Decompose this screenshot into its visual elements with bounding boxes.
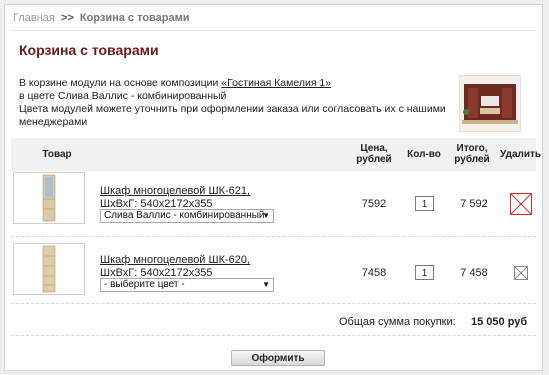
product-title: Шкаф многоцелевой ШК-620, ШхВхГ: 540x217… [100, 254, 250, 280]
chevron-down-icon: ▼ [262, 280, 270, 289]
product-title: Шкаф многоцелевой ШК-621, ШхВхГ: 540x217… [100, 185, 250, 211]
composition-thumbnail[interactable] [459, 75, 521, 132]
header-price: Цена, рублей [356, 143, 392, 165]
chevron-down-icon: ▼ [262, 211, 270, 220]
cart-intro: В корзине модули на основе композиции «Г… [19, 77, 449, 129]
row-divider [11, 236, 536, 237]
product-link[interactable]: Шкаф многоцелевой ШК-621, [100, 185, 250, 197]
breadcrumb: Главная >> Корзина с товарами [13, 12, 190, 24]
divider [11, 30, 536, 31]
header-qty: Кол-во [407, 149, 441, 160]
intro-color-line: в цвете Слива Валлис - комбинированный [19, 90, 227, 102]
color-select-value: - выберите цвет - [104, 279, 185, 290]
row-price: 7458 [361, 267, 387, 279]
header-delete: Удалить [500, 149, 542, 160]
product-image[interactable] [13, 243, 85, 295]
row-total: 7 592 [460, 198, 488, 210]
intro-note: Цвета модулей можете уточнить при оформл… [19, 103, 446, 128]
order-total-label: Общая сумма покупки: [339, 316, 456, 328]
color-select[interactable]: Слива Валлис - комбинированный ▼ [100, 209, 274, 223]
header-product: Товар [42, 149, 72, 160]
table-header: Товар Цена, рублей Кол-во Итого, рублей … [11, 138, 541, 171]
order-total-value: 15 050 руб [471, 316, 528, 328]
composition-link[interactable]: «Гостиная Камелия 1» [221, 77, 331, 89]
product-image[interactable] [13, 172, 85, 224]
breadcrumb-home-link[interactable]: Главная [13, 12, 55, 24]
row-price: 7592 [361, 198, 387, 210]
breadcrumb-separator: >> [60, 12, 74, 24]
product-link[interactable]: Шкаф многоцелевой ШК-620, [100, 254, 250, 266]
quantity-input[interactable]: 1 [415, 265, 434, 280]
close-icon [514, 266, 528, 280]
cart-panel: Главная >> Корзина с товарами Корзина с … [4, 4, 543, 371]
delete-button[interactable] [510, 193, 532, 215]
row-divider [11, 335, 536, 336]
close-icon [510, 193, 532, 215]
page-title: Корзина с товарами [19, 42, 159, 58]
color-select-value: Слива Валлис - комбинированный [104, 210, 265, 221]
breadcrumb-current: Корзина с товарами [79, 12, 190, 24]
color-select[interactable]: - выберите цвет - ▼ [100, 278, 274, 292]
intro-prefix: В корзине модули на основе композиции [19, 77, 222, 89]
checkout-button[interactable]: Оформить [231, 350, 325, 366]
header-total: Итого, рублей [454, 143, 490, 165]
delete-button[interactable] [514, 266, 528, 280]
quantity-input[interactable]: 1 [415, 196, 434, 211]
row-total: 7 458 [460, 267, 488, 279]
row-divider [11, 303, 536, 304]
